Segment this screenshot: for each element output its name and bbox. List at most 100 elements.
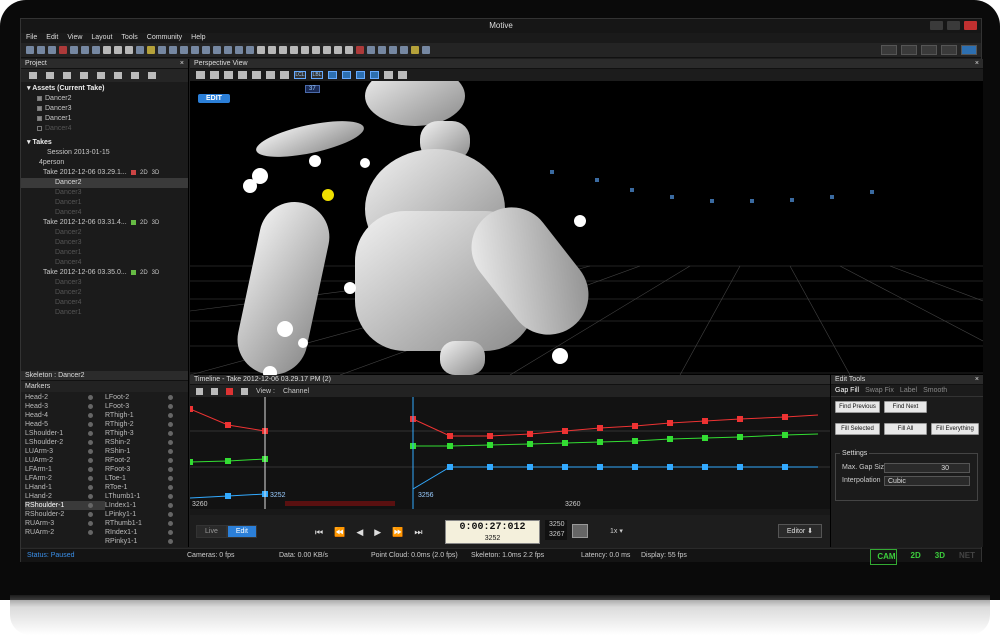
tab-gap-fill[interactable]: Gap Fill (835, 387, 859, 394)
selected-marker[interactable] (322, 189, 334, 201)
tool-icon[interactable] (92, 46, 100, 54)
layout-icon[interactable] (941, 45, 957, 55)
tool-icon[interactable] (323, 46, 331, 54)
checkbox[interactable] (37, 105, 42, 111)
tool-icon[interactable] (301, 46, 309, 54)
menu-item[interactable]: Tools (121, 33, 137, 43)
step-forward-icon[interactable]: ⏩ (392, 527, 403, 538)
marker-item[interactable]: RShin-2 (105, 438, 185, 447)
marker-item[interactable]: LUArm-2 (25, 456, 105, 465)
layout-icon[interactable] (901, 45, 917, 55)
layout-icon[interactable] (881, 45, 897, 55)
tool-icon[interactable] (202, 46, 210, 54)
marker-item[interactable]: RIndex1-1 (105, 528, 185, 537)
take-asset-item[interactable]: Dancer1 (21, 308, 188, 318)
take-item[interactable]: Take 2012-12-06 03.31.4... 2D 3D (21, 218, 188, 228)
marker-item[interactable]: LShoulder-1 (25, 429, 105, 438)
take-asset-item[interactable]: Dancer3 (21, 278, 188, 288)
snapshot-icon[interactable] (224, 71, 233, 79)
fill-selected-button[interactable]: Fill Selected (835, 423, 880, 435)
tool-icon[interactable] (26, 46, 34, 54)
3d-mode[interactable]: 3D (929, 549, 945, 565)
marker-item[interactable]: LShoulder-2 (25, 438, 105, 447)
takes-header[interactable]: ▾ Takes (21, 138, 188, 148)
minimize-button[interactable] (930, 21, 943, 30)
prev-key-icon[interactable]: ⏪ (334, 527, 345, 538)
last-frame-icon[interactable]: ⏭ (414, 527, 422, 538)
asset-item[interactable]: Dancer4 (21, 124, 188, 134)
take-asset-item[interactable]: Dancer2 (21, 288, 188, 298)
marker-item[interactable]: RThigh-1 (105, 411, 185, 420)
channel-graph[interactable] (190, 397, 830, 509)
marker-item[interactable]: RThumb1-1 (105, 519, 185, 528)
interpolation-select[interactable]: Cubic (884, 476, 970, 486)
camera-icon[interactable] (210, 71, 219, 79)
marker-item[interactable]: RShoulder-1 (25, 501, 105, 510)
net-mode[interactable]: NET (953, 549, 975, 565)
new-icon[interactable] (63, 72, 71, 79)
marker-item[interactable]: Head-5 (25, 420, 105, 429)
marker-item[interactable]: RToe-1 (105, 483, 185, 492)
take-asset-item[interactable]: Dancer4 (21, 258, 188, 268)
tool-icon[interactable] (290, 46, 298, 54)
badge-3d[interactable]: 3D (152, 170, 160, 176)
take-asset-item[interactable]: Dancer4 (21, 298, 188, 308)
marker-item[interactable]: RFoot-2 (105, 456, 185, 465)
tool-icon[interactable] (191, 46, 199, 54)
edit-layout-icon[interactable] (961, 45, 977, 55)
view-icon[interactable] (328, 71, 337, 79)
close-icon[interactable]: × (975, 59, 979, 69)
asset-item[interactable]: Dancer1 (21, 114, 188, 124)
export-icon[interactable] (97, 72, 105, 79)
tool-icon[interactable] (136, 46, 144, 54)
tab-smooth[interactable]: Smooth (923, 387, 947, 394)
marker-item[interactable]: LIndex1-1 (105, 501, 185, 510)
asset-item[interactable]: Dancer2 (21, 94, 188, 104)
first-frame-icon[interactable]: ⏮ (315, 527, 323, 538)
marker-item[interactable]: LFArm-1 (25, 465, 105, 474)
cam-mode[interactable]: CAM (870, 549, 897, 565)
group-item[interactable]: 4person (21, 158, 188, 168)
tool-icon[interactable] (169, 46, 177, 54)
add-icon[interactable] (114, 72, 122, 79)
frame-range[interactable]: 3250 3267 (545, 520, 567, 540)
add-key-icon[interactable] (211, 387, 218, 395)
rigid-icon[interactable] (148, 72, 156, 79)
close-button[interactable] (964, 21, 977, 30)
marker-item[interactable]: LPinky1-1 (105, 510, 185, 519)
tool-icon[interactable] (180, 46, 188, 54)
assets-header[interactable]: ▾ Assets (Current Take) (21, 84, 188, 94)
import-icon[interactable] (80, 72, 88, 79)
close-icon[interactable]: × (180, 59, 184, 69)
tool-icon[interactable] (81, 46, 89, 54)
tool-icon[interactable] (312, 46, 320, 54)
fill-everything-button[interactable]: Fill Everything (931, 423, 979, 435)
marker-item[interactable]: RShin-1 (105, 447, 185, 456)
close-icon[interactable]: × (975, 375, 979, 385)
take-asset-item[interactable]: Dancer2 (21, 178, 188, 188)
local-toggle[interactable]: LCL (294, 71, 306, 79)
tool-icon[interactable] (213, 46, 221, 54)
marker-item[interactable]: LThumb1-1 (105, 492, 185, 501)
tool-icon[interactable] (125, 46, 133, 54)
tool-icon[interactable] (389, 46, 397, 54)
fill-all-button[interactable]: Fill All (884, 423, 927, 435)
tool-icon[interactable] (37, 46, 45, 54)
checkbox[interactable] (37, 115, 42, 121)
tool-icon[interactable] (400, 46, 408, 54)
label-toggle[interactable]: LBL (311, 71, 323, 79)
marker-item[interactable]: RThigh-2 (105, 420, 185, 429)
perspective-view[interactable]: Perspective View × LCL LBL EDIT 37 (190, 59, 983, 375)
marker-item[interactable]: Head-4 (25, 411, 105, 420)
tab-swap-fix[interactable]: Swap Fix (865, 387, 894, 394)
rotate-icon[interactable] (266, 71, 275, 79)
take-asset-item[interactable]: Dancer4 (21, 208, 188, 218)
folder-icon[interactable] (29, 72, 37, 79)
grid-icon[interactable] (196, 71, 205, 79)
marker-item[interactable]: LFArm-2 (25, 474, 105, 483)
menu-item[interactable]: File (26, 33, 37, 43)
move-icon[interactable] (252, 71, 261, 79)
view-icon[interactable] (356, 71, 365, 79)
marker-item[interactable]: RThigh-3 (105, 429, 185, 438)
view-icon[interactable] (342, 71, 351, 79)
